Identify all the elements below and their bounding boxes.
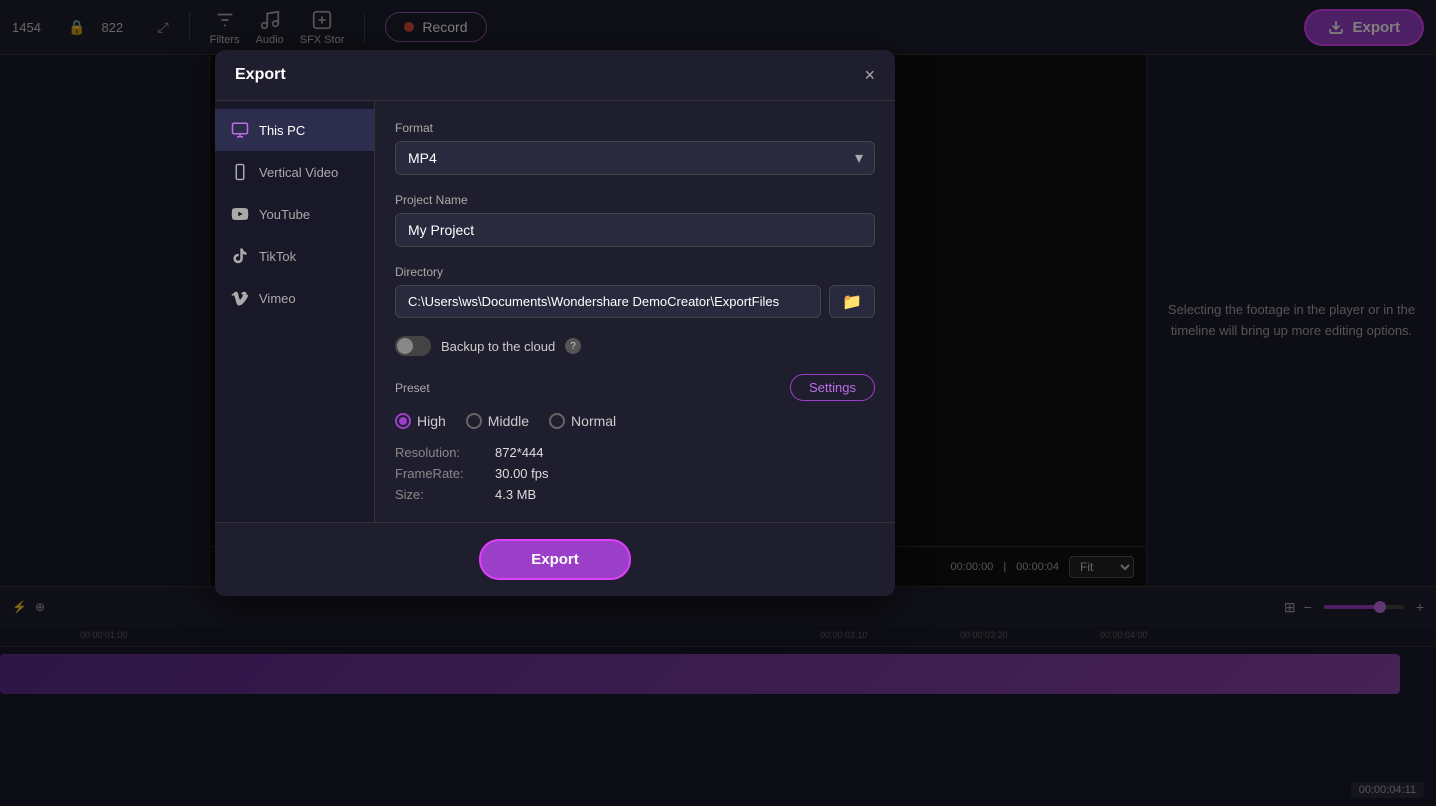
size-label: Size:: [395, 487, 495, 502]
youtube-icon: [231, 205, 249, 223]
settings-button[interactable]: Settings: [790, 374, 875, 401]
vimeo-icon: [231, 289, 249, 307]
dialog-main-content: Format MP4 MOV AVI GIF Project Name Dire…: [375, 101, 895, 522]
vertical-video-icon: [231, 163, 249, 181]
preset-label: Preset: [395, 381, 430, 395]
export-bottom-button[interactable]: Export: [479, 539, 631, 580]
sidebar-item-youtube[interactable]: YouTube: [215, 193, 374, 235]
preset-high[interactable]: High: [395, 413, 446, 429]
dialog-title: Export: [235, 66, 286, 84]
sidebar-item-vimeo[interactable]: Vimeo: [215, 277, 374, 319]
dialog-close-button[interactable]: ×: [864, 66, 875, 84]
backup-toggle-row: Backup to the cloud ?: [395, 336, 875, 356]
format-group: Format MP4 MOV AVI GIF: [395, 121, 875, 175]
preset-high-radio[interactable]: [395, 413, 411, 429]
preset-normal-radio[interactable]: [549, 413, 565, 429]
project-name-label: Project Name: [395, 193, 875, 207]
sidebar-item-tiktok[interactable]: TikTok: [215, 235, 374, 277]
this-pc-icon: [231, 121, 249, 139]
directory-input[interactable]: [395, 285, 821, 318]
framerate-value: 30.00 fps: [495, 466, 875, 481]
preset-section: Preset Settings High Middle N: [395, 374, 875, 429]
folder-browse-button[interactable]: 📁: [829, 285, 875, 318]
dialog-sidebar: This PC Vertical Video YouTube TikTok Vi…: [215, 101, 375, 522]
preset-normal[interactable]: Normal: [549, 413, 616, 429]
resolution-label: Resolution:: [395, 445, 495, 460]
project-name-group: Project Name: [395, 193, 875, 247]
export-dialog: Export × This PC Vertical Video YouTube …: [215, 50, 895, 596]
preset-middle-radio[interactable]: [466, 413, 482, 429]
resolution-value: 872*444: [495, 445, 875, 460]
directory-label: Directory: [395, 265, 875, 279]
dialog-footer: Export: [215, 522, 895, 596]
directory-group: Directory 📁: [395, 265, 875, 318]
framerate-label: FrameRate:: [395, 466, 495, 481]
backup-label: Backup to the cloud: [441, 339, 555, 354]
size-value: 4.3 MB: [495, 487, 875, 502]
project-name-input[interactable]: [395, 213, 875, 247]
sidebar-item-vertical-video[interactable]: Vertical Video: [215, 151, 374, 193]
backup-help-icon[interactable]: ?: [565, 338, 581, 354]
format-label: Format: [395, 121, 875, 135]
dialog-body: This PC Vertical Video YouTube TikTok Vi…: [215, 101, 895, 522]
specs-grid: Resolution: 872*444 FrameRate: 30.00 fps…: [395, 445, 875, 502]
format-select[interactable]: MP4 MOV AVI GIF: [395, 141, 875, 175]
dialog-header: Export ×: [215, 50, 895, 101]
tiktok-icon: [231, 247, 249, 265]
sidebar-item-this-pc[interactable]: This PC: [215, 109, 374, 151]
preset-radio-group: High Middle Normal: [395, 413, 875, 429]
format-select-wrapper: MP4 MOV AVI GIF: [395, 141, 875, 175]
preset-header: Preset Settings: [395, 374, 875, 401]
directory-wrapper: 📁: [395, 285, 875, 318]
backup-toggle[interactable]: [395, 336, 431, 356]
preset-middle[interactable]: Middle: [466, 413, 529, 429]
